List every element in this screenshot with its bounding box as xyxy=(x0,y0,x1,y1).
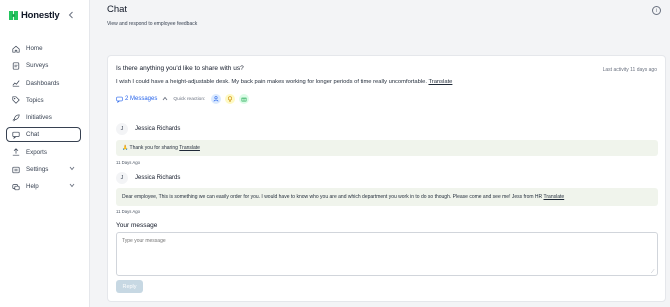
gear-icon xyxy=(11,165,20,174)
reaction-bulb-icon[interactable] xyxy=(225,94,236,104)
chevron-left-icon xyxy=(68,11,73,19)
sidebar-item-initiatives[interactable]: Initiatives xyxy=(6,110,81,125)
app-name: Honestly xyxy=(21,9,60,21)
message-text: 🙏 Thank you for sharing xyxy=(122,145,178,151)
sidebar-item-label: Help xyxy=(26,183,39,191)
chat-icon xyxy=(11,130,20,139)
message-timestamp: 11 Days Ago xyxy=(116,209,141,214)
question-title: Is there anything you'd like to share wi… xyxy=(116,65,244,72)
sidebar-item-dashboards[interactable]: Dashboards xyxy=(6,76,81,91)
sidebar-item-chat[interactable]: Chat xyxy=(6,127,81,143)
collapse-sidebar-button[interactable] xyxy=(66,9,76,21)
chevron-down-icon[interactable] xyxy=(69,166,75,173)
thread-controls: 2 Messages Quick reaction: xyxy=(116,94,250,104)
message-timestamp: 11 Days Ago xyxy=(116,160,141,165)
quick-reaction-label: Quick reaction: xyxy=(173,96,206,102)
message-author: J Jessica Richards xyxy=(116,172,180,184)
sidebar-item-surveys[interactable]: Surveys xyxy=(6,58,81,73)
feedback-answer: I wish I could have a height-adjustable … xyxy=(116,79,452,85)
author-name: Jessica Richards xyxy=(135,126,181,132)
app-logo[interactable]: Honestly xyxy=(9,8,60,22)
sidebar-item-settings[interactable]: Settings xyxy=(6,162,81,177)
page-subtitle: View and respond to employee feedback xyxy=(107,21,198,27)
chat-thread-card: Is there anything you'd like to share wi… xyxy=(107,55,666,302)
chevron-down-icon[interactable] xyxy=(69,183,75,190)
message-text: Dear employee, This is something we can … xyxy=(122,194,543,200)
sidebar-item-topics[interactable]: Topics xyxy=(6,93,81,108)
page-title: Chat xyxy=(107,4,128,15)
survey-icon xyxy=(11,61,20,70)
sidebar-item-label: Dashboards xyxy=(26,79,60,87)
avatar: J xyxy=(116,172,128,184)
sidebar-item-label: Chat xyxy=(26,131,40,139)
info-icon[interactable]: i xyxy=(652,6,661,15)
sidebar-item-label: Surveys xyxy=(26,62,49,70)
tag-icon xyxy=(11,96,20,105)
sidebar-item-label: Topics xyxy=(26,96,44,104)
translate-link[interactable]: Translate xyxy=(428,79,452,85)
message-bubble: 🙏 Thank you for sharing Translate xyxy=(116,140,658,156)
sidebar-item-label: Exports xyxy=(26,148,47,156)
reply-button[interactable]: Reply xyxy=(116,280,143,293)
message-icon xyxy=(116,96,123,103)
avatar: J xyxy=(116,123,128,135)
logo-icon xyxy=(9,10,18,20)
messages-count: 2 Messages xyxy=(125,96,158,102)
sidebar-item-label: Home xyxy=(26,45,43,52)
message-bubble: Dear employee, This is something we can … xyxy=(116,188,658,206)
translate-link[interactable]: Translate xyxy=(179,145,200,151)
author-name: Jessica Richards xyxy=(135,175,181,181)
chart-icon xyxy=(11,79,20,88)
messages-toggle[interactable]: 2 Messages xyxy=(116,96,157,103)
chevron-up-icon[interactable] xyxy=(162,96,168,103)
help-icon xyxy=(11,182,20,191)
translate-link[interactable]: Translate xyxy=(544,194,565,200)
sidebar-item-label: Initiatives xyxy=(26,114,52,122)
sidebar-nav: Home Surveys Dashboards Topics Initiativ… xyxy=(6,41,81,197)
reaction-person-icon[interactable] xyxy=(211,94,222,104)
reaction-gift-icon[interactable] xyxy=(239,94,250,104)
sidebar-item-home[interactable]: Home xyxy=(6,41,81,56)
last-activity: Last activity 11 days ago xyxy=(602,67,657,73)
message-input[interactable] xyxy=(116,232,658,276)
export-icon xyxy=(11,148,20,157)
message-author: J Jessica Richards xyxy=(116,123,180,135)
sidebar-item-label: Settings xyxy=(26,166,49,174)
sidebar: Honestly Home Surveys Dashboards Topics … xyxy=(0,0,90,307)
sidebar-item-help[interactable]: Help xyxy=(6,179,81,194)
home-icon xyxy=(11,44,20,53)
your-message-label: Your message xyxy=(116,222,158,229)
sidebar-item-exports[interactable]: Exports xyxy=(6,145,81,160)
rocket-icon xyxy=(11,113,20,122)
resize-grip-icon[interactable]: ⟋ xyxy=(651,269,655,275)
feedback-answer-text: I wish I could have a height-adjustable … xyxy=(116,79,427,85)
